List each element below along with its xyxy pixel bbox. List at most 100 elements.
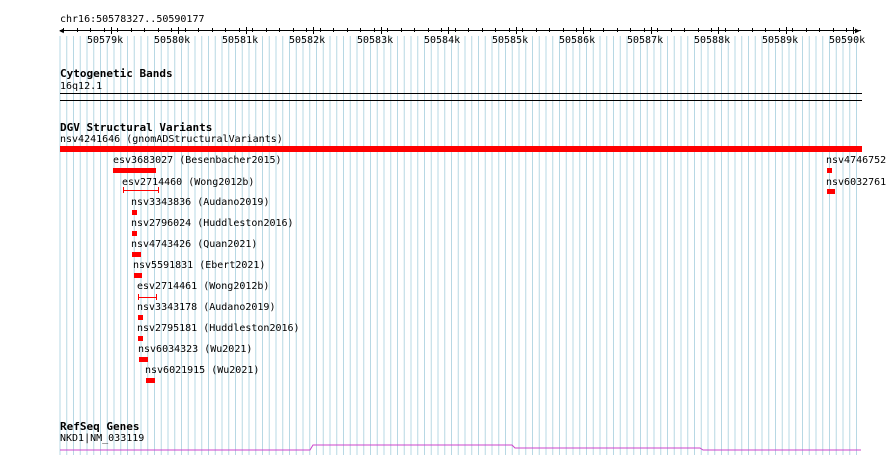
ruler-minor-tick: [752, 28, 753, 32]
ruler-minor-tick: [428, 28, 429, 32]
variant-label[interactable]: nsv4743426 (Quan2021): [131, 239, 257, 251]
ruler-minor-tick: [347, 28, 348, 32]
ruler-minor-tick: [549, 28, 550, 32]
variant-bar-end: [158, 187, 159, 193]
variant-label[interactable]: nsv6021915 (Wu2021): [145, 365, 259, 377]
ruler-minor-tick: [131, 28, 132, 32]
ruler-minor-tick: [698, 28, 699, 32]
variant-label[interactable]: nsv4241646 (gnomADStructuralVariants): [60, 134, 283, 146]
cytoband-label: 16q12.1: [60, 81, 103, 92]
variant-label[interactable]: nsv3343836 (Audano2019): [131, 197, 269, 209]
variant-bar[interactable]: [138, 315, 143, 320]
variant-bar[interactable]: [139, 357, 148, 362]
variant-label[interactable]: nsv3343178 (Audano2019): [137, 302, 275, 314]
ruler-minor-tick: [212, 28, 213, 32]
ruler-minor-tick: [684, 28, 685, 32]
ruler-right-arrow: ▶: [855, 26, 860, 35]
gene-model[interactable]: [0, 440, 890, 456]
ruler-minor-tick: [765, 28, 766, 32]
variant-bar[interactable]: [138, 336, 143, 341]
ruler-tick-label: 50588k: [694, 35, 731, 46]
variant-bar[interactable]: [138, 297, 157, 298]
variant-bar[interactable]: [132, 231, 137, 236]
ruler-minor-tick: [482, 28, 483, 32]
ruler-minor-tick: [509, 28, 510, 32]
variant-bar[interactable]: [60, 146, 862, 152]
ruler-minor-tick: [117, 28, 118, 32]
ruler-minor-tick: [603, 28, 604, 32]
ruler-minor-tick: [563, 28, 564, 32]
ruler-tick: [651, 27, 652, 34]
variant-label[interactable]: nsv2795181 (Huddleston2016): [137, 323, 300, 335]
ruler-minor-tick: [293, 28, 294, 32]
ruler-minor-tick: [536, 28, 537, 32]
ruler-tick: [246, 27, 247, 34]
ruler-tick: [853, 27, 854, 34]
ruler-minor-tick: [239, 28, 240, 32]
location-label: chr16:50578327..50590177: [60, 14, 205, 25]
ruler-minor-tick: [77, 28, 78, 32]
cytoband-line-top: [60, 93, 862, 94]
ruler-minor-tick: [158, 28, 159, 32]
ruler-minor-tick: [819, 28, 820, 32]
ruler-tick: [381, 27, 382, 34]
variant-bar[interactable]: [827, 168, 832, 173]
ruler-tick-label: 50582k: [289, 35, 326, 46]
variant-label[interactable]: nsv6034323 (Wu2021): [138, 344, 252, 356]
ruler-tick: [448, 27, 449, 34]
ruler-minor-tick: [144, 28, 145, 32]
ruler-minor-tick: [792, 28, 793, 32]
ruler-minor-tick: [455, 28, 456, 32]
ruler-tick: [516, 27, 517, 34]
variant-label[interactable]: esv2714461 (Wong2012b): [137, 281, 269, 293]
variant-label[interactable]: esv3683027 (Besenbacher2015): [113, 155, 282, 167]
ruler-minor-tick: [320, 28, 321, 32]
track-title-cytobands: Cytogenetic Bands: [60, 67, 173, 80]
ruler-tick-label: 50586k: [559, 35, 596, 46]
ruler-minor-tick: [333, 28, 334, 32]
ruler-minor-tick: [90, 28, 91, 32]
ruler-minor-tick: [779, 28, 780, 32]
variant-label[interactable]: nsv4746752: [826, 155, 886, 167]
ruler-axis: [60, 30, 861, 31]
variant-label[interactable]: nsv2796024 (Huddleston2016): [131, 218, 294, 230]
ruler-tick: [786, 27, 787, 34]
variant-label[interactable]: esv2714460 (Wong2012b): [122, 177, 254, 189]
ruler-tick-label: 50579k: [87, 35, 124, 46]
variant-label[interactable]: nsv6032761: [826, 177, 886, 189]
ruler-minor-tick: [374, 28, 375, 32]
variant-bar[interactable]: [113, 168, 156, 173]
track-title-dgv: DGV Structural Variants: [60, 121, 213, 134]
ruler-tick-label: 50584k: [424, 35, 461, 46]
ruler-minor-tick: [279, 28, 280, 32]
ruler-minor-tick: [630, 28, 631, 32]
ruler-minor-tick: [725, 28, 726, 32]
ruler-minor-tick: [468, 28, 469, 32]
ruler-minor-tick: [266, 28, 267, 32]
variant-bar[interactable]: [123, 190, 159, 191]
variant-bar[interactable]: [132, 210, 137, 215]
variant-bar[interactable]: [146, 378, 155, 383]
ruler-minor-tick: [198, 28, 199, 32]
ruler-minor-tick: [387, 28, 388, 32]
ruler-tick-label: 50583k: [357, 35, 394, 46]
variant-bar[interactable]: [132, 252, 141, 257]
ruler-minor-tick: [711, 28, 712, 32]
variant-bar[interactable]: [134, 273, 142, 278]
ruler-minor-tick: [576, 28, 577, 32]
variant-bar-end: [138, 294, 139, 300]
ruler-tick: [313, 27, 314, 34]
ruler-minor-tick: [185, 28, 186, 32]
ruler-minor-tick: [846, 28, 847, 32]
ruler-minor-tick: [806, 28, 807, 32]
ruler-minor-tick: [590, 28, 591, 32]
ruler-minor-tick: [306, 28, 307, 32]
ruler-minor-tick: [738, 28, 739, 32]
ruler-tick: [718, 27, 719, 34]
ruler-minor-tick: [104, 28, 105, 32]
variant-label[interactable]: nsv5591831 (Ebert2021): [133, 260, 265, 272]
variant-bar[interactable]: [827, 189, 835, 194]
ruler-minor-tick: [833, 28, 834, 32]
ruler-tick-label: 50587k: [627, 35, 664, 46]
ruler-tick-label: 50585k: [492, 35, 529, 46]
